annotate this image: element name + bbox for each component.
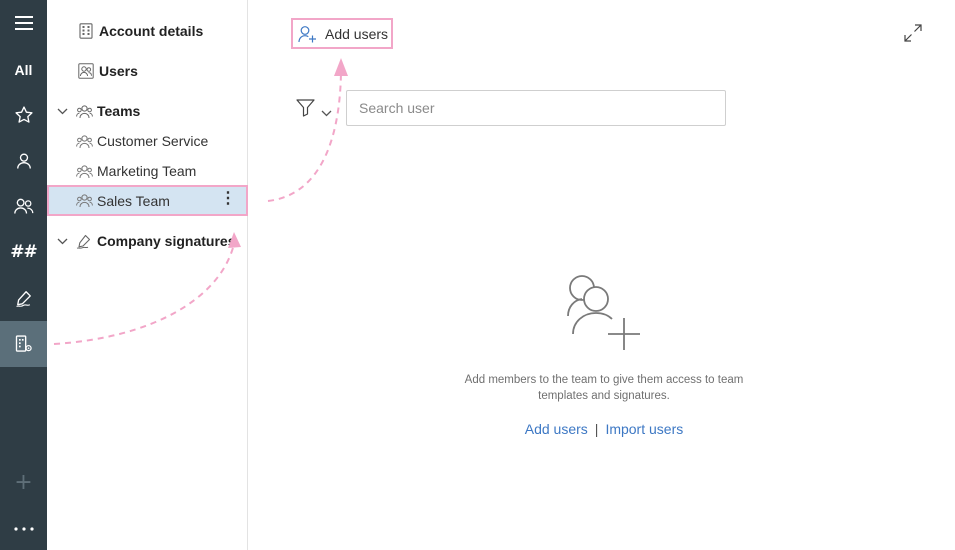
tree-item-teams[interactable]: Teams bbox=[47, 96, 247, 126]
add-icon[interactable]: + bbox=[0, 459, 47, 505]
tree-item-users[interactable]: Users bbox=[47, 56, 247, 86]
team-icon bbox=[75, 102, 93, 120]
tree-item-label: Marketing Team bbox=[97, 163, 197, 179]
tree-item-customer-service[interactable]: Customer Service bbox=[47, 126, 247, 156]
import-users-link[interactable]: Import users bbox=[605, 421, 683, 437]
tree-item-company-signatures[interactable]: Company signatures bbox=[47, 226, 247, 256]
add-user-icon bbox=[298, 25, 317, 43]
users-icon[interactable] bbox=[0, 183, 47, 229]
signature-pen-icon bbox=[75, 232, 93, 250]
tree-item-label: Company signatures bbox=[97, 233, 236, 249]
tree-item-label: Users bbox=[99, 63, 138, 79]
building-icon bbox=[77, 22, 95, 40]
link-separator: | bbox=[594, 421, 599, 437]
tree-item-label: Sales Team bbox=[97, 192, 170, 209]
users-icon bbox=[77, 62, 95, 80]
tree-item-label: Customer Service bbox=[97, 133, 209, 149]
team-icon bbox=[75, 132, 93, 150]
building-settings-icon[interactable] bbox=[0, 321, 47, 367]
tree-item-label: Account details bbox=[99, 23, 204, 39]
filter-icon bbox=[296, 98, 315, 122]
add-users-button[interactable]: Add users bbox=[291, 18, 393, 49]
chevron-down-icon[interactable] bbox=[55, 238, 69, 245]
more-icon[interactable] bbox=[0, 506, 47, 550]
add-users-label: Add users bbox=[325, 25, 389, 42]
star-icon[interactable] bbox=[0, 92, 47, 138]
chevron-down-icon[interactable] bbox=[55, 108, 69, 115]
team-icon bbox=[75, 162, 93, 180]
hamburger-menu-icon[interactable] bbox=[0, 0, 47, 46]
rail-hashtag-button[interactable]: ## bbox=[0, 229, 47, 275]
team-icon bbox=[75, 192, 93, 210]
rail-all-button[interactable]: All bbox=[0, 47, 47, 93]
chevron-down-icon bbox=[321, 104, 332, 122]
add-users-link[interactable]: Add users bbox=[525, 421, 588, 437]
add-team-members-icon bbox=[562, 272, 644, 357]
settings-tree: Account details Users Teams Customer Ser… bbox=[47, 0, 248, 550]
tree-item-sales-team[interactable]: Sales Team ⋮ bbox=[47, 185, 248, 216]
expand-icon[interactable] bbox=[904, 24, 922, 47]
filter-dropdown[interactable] bbox=[296, 98, 332, 122]
left-rail: All ## + bbox=[0, 0, 47, 550]
signature-pen-icon[interactable] bbox=[0, 275, 47, 321]
kebab-menu-icon[interactable]: ⋮ bbox=[220, 190, 236, 208]
main-content: Add users Add members to the team to giv… bbox=[248, 0, 955, 550]
tree-item-label: Teams bbox=[97, 103, 141, 119]
search-input[interactable] bbox=[346, 90, 726, 126]
empty-state-links: Add users | Import users bbox=[448, 421, 760, 437]
tree-item-marketing-team[interactable]: Marketing Team bbox=[47, 156, 247, 186]
empty-state-message: Add members to the team to give them acc… bbox=[464, 374, 744, 402]
tree-item-account-details[interactable]: Account details bbox=[47, 16, 247, 46]
user-icon[interactable] bbox=[0, 138, 47, 184]
